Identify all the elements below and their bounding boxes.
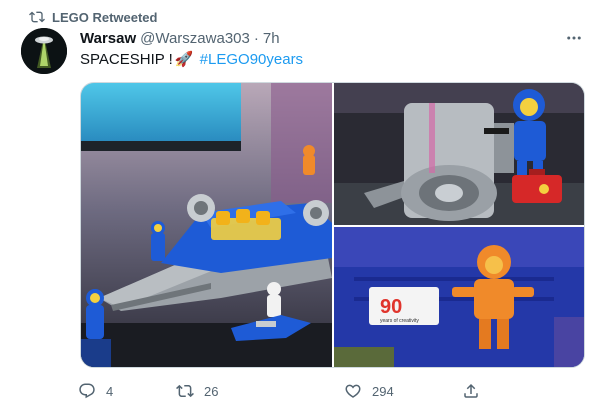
reply-count: 4 (106, 383, 114, 399)
rocket-icon: 🚀 (174, 51, 194, 68)
tweet-actions: 4 26 294 (78, 380, 598, 402)
logo-90-text: 90 (380, 296, 402, 318)
tweet-time[interactable]: 7h (263, 30, 280, 47)
retweet-action-icon (176, 384, 194, 398)
like-button[interactable]: 294 (344, 380, 394, 402)
share-icon (464, 383, 478, 398)
retweet-label[interactable]: LEGO Retweeted (52, 10, 157, 25)
reply-button[interactable]: 4 (78, 380, 113, 402)
tweet-header: Warsaw @Warszawa303 · 7h (80, 28, 583, 48)
like-count: 294 (372, 383, 394, 399)
hashtag-link[interactable]: #LEGO90years (200, 51, 303, 68)
logo-subtext: years of creativity (380, 318, 419, 324)
heart-icon (345, 384, 361, 398)
more-icon (567, 36, 581, 40)
tweet-text-body: SPACESHIP ! (80, 51, 173, 68)
avatar[interactable] (21, 28, 67, 74)
retweet-count: 26 (204, 383, 219, 399)
reply-icon (79, 383, 95, 399)
retweet-icon (29, 11, 45, 23)
retweet-button[interactable]: 26 (176, 380, 218, 402)
media-image-astronaut-engine[interactable] (334, 83, 585, 225)
retweet-indicator[interactable]: LEGO Retweeted (29, 8, 157, 26)
media-image-90-tile[interactable]: 90 years of creativity (334, 227, 585, 368)
author-name[interactable]: Warsaw (80, 30, 136, 47)
tweet-text: SPACESHIP ! 🚀 #LEGO90years (80, 50, 303, 70)
more-options-button[interactable] (561, 28, 587, 48)
share-button[interactable] (462, 380, 490, 402)
avatar-image (21, 28, 67, 74)
author-handle[interactable]: @Warszawa303 (140, 30, 250, 47)
separator: · (253, 29, 259, 47)
media-image-spaceship[interactable] (81, 83, 332, 368)
media-grid: 90 years of creativity (80, 82, 585, 368)
